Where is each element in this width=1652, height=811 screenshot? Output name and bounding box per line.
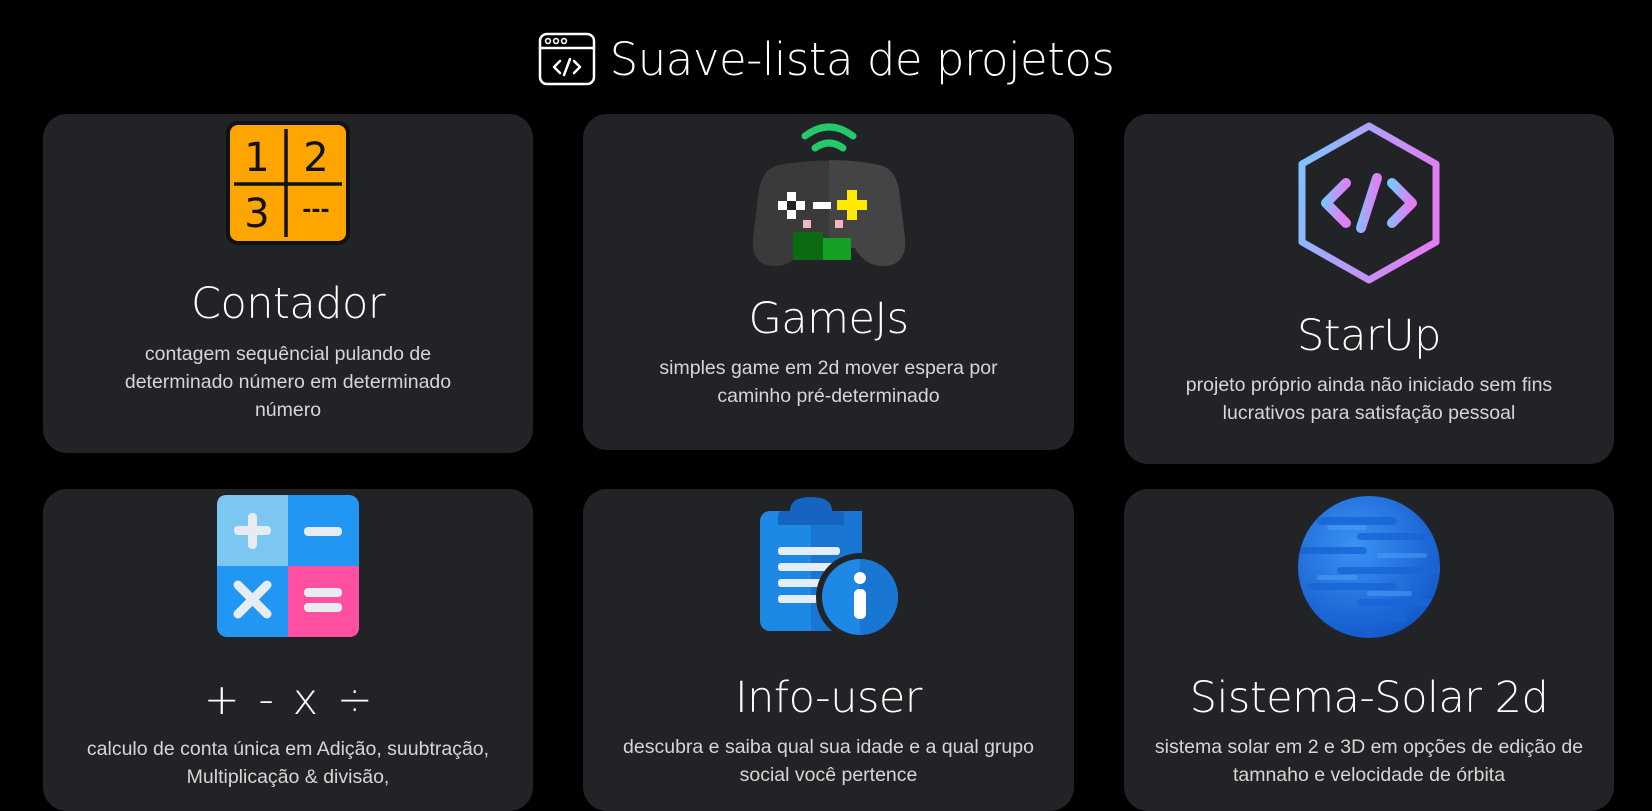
project-title: Contador bbox=[190, 279, 386, 329]
project-description: simples game em 2d mover espera por cami… bbox=[659, 357, 998, 407]
project-card-starup[interactable]: StarUp projeto próprio ainda não iniciad… bbox=[1124, 114, 1614, 464]
counter-digit: 2 bbox=[303, 135, 328, 181]
counter-digit: 1 bbox=[244, 135, 269, 181]
project-description: sistema solar em 2 e 3D em opções de edi… bbox=[1154, 736, 1584, 786]
hexagon-code-icon bbox=[1298, 122, 1440, 284]
planet-icon bbox=[1298, 496, 1440, 638]
counter-dashes: --- bbox=[302, 198, 329, 223]
project-card-gamejs[interactable]: GameJs simples game em 2d mover espera p… bbox=[583, 114, 1074, 450]
project-title: GameJs bbox=[748, 294, 909, 344]
project-description: projeto próprio ainda não iniciado sem f… bbox=[1185, 374, 1553, 424]
project-title: + - x ÷ bbox=[203, 675, 373, 725]
project-card-info-user[interactable]: Info-user descubra e saiba qual sua idad… bbox=[583, 489, 1074, 811]
project-card-sistema-solar[interactable]: Sistema-Solar 2d sistema solar em 2 e 3D… bbox=[1124, 489, 1614, 811]
counter-digit: 3 bbox=[244, 191, 269, 237]
project-description: calculo de conta única em Adição, suubtr… bbox=[86, 738, 490, 788]
project-card-calculadora[interactable]: + - x ÷ calculo de conta única em Adição… bbox=[43, 489, 533, 811]
counter-grid-icon: 1 2 3 --- bbox=[226, 121, 350, 245]
page-header: Suave-lista de projetos bbox=[0, 28, 1652, 90]
project-description: contagem sequêncial pulando de determina… bbox=[124, 343, 452, 421]
project-title: Info-user bbox=[735, 673, 922, 723]
code-window-icon bbox=[538, 32, 595, 86]
project-title: StarUp bbox=[1297, 311, 1441, 361]
gamepad-icon bbox=[752, 123, 905, 266]
project-description: descubra e saiba qual sua idade e a qual… bbox=[623, 736, 1034, 786]
page-title: Suave-lista de projetos bbox=[609, 32, 1115, 86]
project-card-contador[interactable]: 1 2 3 --- Contador contagem sequêncial p… bbox=[43, 114, 533, 453]
calculator-icon bbox=[217, 495, 359, 637]
project-title: Sistema-Solar 2d bbox=[1189, 673, 1549, 723]
clipboard-info-icon bbox=[759, 497, 902, 641]
